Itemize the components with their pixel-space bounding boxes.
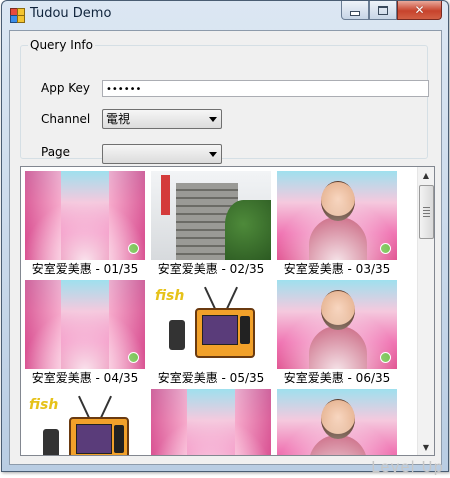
video-title: 安室爱美惠 - 06/35 xyxy=(283,371,391,385)
video-thumbnail[interactable] xyxy=(277,280,397,369)
list-item[interactable]: 安室爱美惠 - 02/35 xyxy=(151,171,271,277)
video-list[interactable]: 安室爱美惠 - 01/35 安室爱美惠 - 02/35 安室爱美惠 - 03/3… xyxy=(20,166,435,456)
logo-icon xyxy=(380,352,391,363)
channel-select[interactable]: 電視 xyxy=(102,109,222,129)
video-title: 安室爱美惠 - 03/35 xyxy=(283,262,391,276)
list-item[interactable] xyxy=(277,389,397,455)
logo-icon xyxy=(380,243,391,254)
scroll-up-button[interactable]: ▲ xyxy=(418,167,434,183)
chevron-down-icon xyxy=(209,152,217,157)
caption-buttons: ✕ xyxy=(341,1,442,20)
video-title: 安室爱美惠 - 04/35 xyxy=(31,371,139,385)
video-thumbnail[interactable] xyxy=(151,389,271,455)
client-area: Query Info App Key •••••• Channel 電視 Pag… xyxy=(9,30,442,465)
vertical-scrollbar[interactable]: ▲ ▼ xyxy=(417,167,434,455)
close-button[interactable]: ✕ xyxy=(397,1,442,20)
query-info-label: Query Info xyxy=(28,38,95,52)
maximize-button[interactable] xyxy=(369,1,397,20)
title-bar[interactable]: Tudou Demo ✕ xyxy=(2,1,448,29)
list-item[interactable]: fish xyxy=(25,389,145,455)
list-item[interactable]: 安室爱美惠 - 04/35 xyxy=(25,280,145,386)
app-window: Tudou Demo ✕ Query Info App Key •••••• C… xyxy=(1,0,449,472)
arrow-down-icon: ▼ xyxy=(422,442,430,452)
video-thumbnail[interactable] xyxy=(25,280,145,369)
video-title: 安室爱美惠 - 05/35 xyxy=(157,371,265,385)
watermark: Level Up xyxy=(371,458,444,476)
list-item[interactable]: 安室爱美惠 - 01/35 xyxy=(25,171,145,277)
video-thumbnail[interactable] xyxy=(25,171,145,260)
video-thumbnail[interactable] xyxy=(277,171,397,260)
list-item[interactable]: 安室爱美惠 - 06/35 xyxy=(277,280,397,386)
channel-value: 電視 xyxy=(106,112,131,126)
list-item[interactable]: 安室爱美惠 - 03/35 xyxy=(277,171,397,277)
window-title: Tudou Demo xyxy=(30,6,112,21)
channel-label: Channel xyxy=(41,112,91,126)
logo-icon xyxy=(128,352,139,363)
video-thumbnail[interactable] xyxy=(277,389,397,455)
minimize-icon xyxy=(350,10,360,16)
video-thumbnail[interactable] xyxy=(151,171,271,260)
app-key-field[interactable]: •••••• xyxy=(102,80,429,97)
chevron-down-icon xyxy=(209,117,217,122)
app-key-label: App Key xyxy=(41,81,91,95)
arrow-up-icon: ▲ xyxy=(422,170,430,180)
video-thumbnail[interactable]: fish xyxy=(25,389,145,455)
list-item[interactable]: fish 安室爱美惠 - 05/35 xyxy=(151,280,271,386)
video-thumbnail[interactable]: fish xyxy=(151,280,271,369)
list-item[interactable] xyxy=(151,389,271,455)
video-title: 安室爱美惠 - 02/35 xyxy=(157,262,265,276)
scroll-down-button[interactable]: ▼ xyxy=(418,439,434,455)
page-label: Page xyxy=(41,145,71,159)
close-icon: ✕ xyxy=(414,3,425,17)
logo-icon xyxy=(128,243,139,254)
query-info-group: Query Info App Key •••••• Channel 電視 Pag… xyxy=(20,38,429,164)
app-icon[interactable] xyxy=(10,8,25,23)
scrollbar-thumb[interactable] xyxy=(419,185,434,239)
page-select[interactable] xyxy=(102,144,222,164)
video-title: 安室爱美惠 - 01/35 xyxy=(31,262,139,276)
minimize-button[interactable] xyxy=(341,1,369,20)
maximize-icon xyxy=(378,5,388,15)
